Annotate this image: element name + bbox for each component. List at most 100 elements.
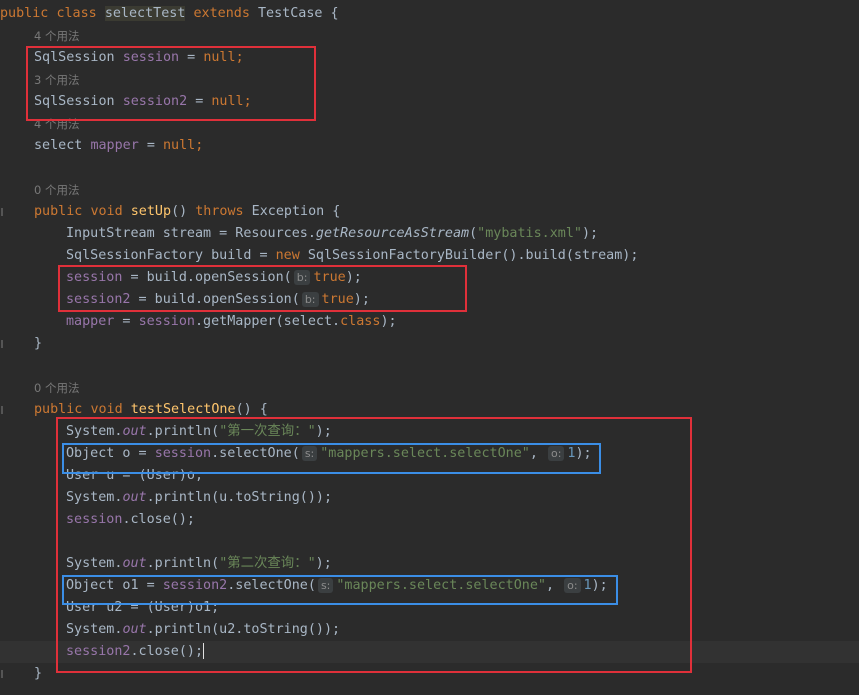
string-literal: "mappers.select.selectOne"	[336, 578, 546, 593]
code-text: =	[187, 94, 212, 109]
code-text: User u = (User)o;	[66, 468, 204, 483]
field-name: session2	[66, 292, 131, 307]
number-literal: 1	[583, 578, 592, 593]
code-text: .close();	[130, 644, 204, 659]
field-name: session2	[66, 644, 131, 659]
field-name: session	[66, 512, 123, 527]
keyword: class	[56, 6, 97, 21]
code-line-open-session[interactable]: session = build.openSession(b: true);	[66, 267, 859, 289]
parameter-hint: s:	[301, 445, 318, 461]
code-text: .println(u2.toString());	[146, 622, 341, 637]
code-text: Object o1 =	[66, 578, 163, 593]
code-line-close-brace[interactable]: }	[34, 333, 859, 355]
code-text: {	[322, 6, 339, 21]
field-name: mapper	[66, 314, 115, 329]
code-line-setup-declaration[interactable]: public void setUp() throws Exception {	[34, 201, 859, 223]
code-line-class-declaration[interactable]: public class selectTest extends TestCase…	[0, 3, 859, 25]
string-literal: "mappers.select.selectOne"	[320, 446, 530, 461]
static-field: out	[122, 424, 147, 439]
fold-marker-icon[interactable]	[1, 208, 3, 216]
code-line-factory-build[interactable]: SqlSessionFactory build = new SqlSession…	[66, 245, 859, 267]
keyword: extends	[193, 6, 250, 21]
code-text: = build.openSession(	[130, 292, 300, 307]
code-text: ,	[529, 446, 546, 461]
code-line-close-brace-test[interactable]: }	[34, 663, 859, 685]
method-name: setUp	[130, 204, 172, 219]
code-text: System.	[66, 622, 123, 637]
code-text: }	[34, 336, 43, 351]
code-line-print-first[interactable]: System.out.println("第一次查询：");	[66, 421, 859, 443]
field-name: session	[154, 446, 212, 461]
code-line-open-session2[interactable]: session2 = build.openSession(b: true);	[66, 289, 859, 311]
code-line-select-one-first[interactable]: Object o = session.selectOne(s: "mappers.…	[66, 443, 859, 465]
code-text: .selectOne(	[227, 578, 316, 593]
code-line-cast-first[interactable]: User u = (User)o;	[66, 465, 859, 487]
static-field: out	[122, 622, 147, 637]
fold-marker-icon[interactable]	[1, 406, 3, 414]
code-text: ()	[171, 204, 196, 219]
code-line-session2-field[interactable]: SqlSession session2 = null;	[34, 91, 859, 113]
usage-hint[interactable]: 0 个用法	[34, 179, 859, 201]
usage-hint[interactable]: 0 个用法	[34, 377, 859, 399]
code-text: );	[380, 314, 397, 329]
code-text: System.	[66, 424, 123, 439]
code-line-cast-second[interactable]: User u2 = (User)o1;	[66, 597, 859, 619]
string-literal: "第一次查询："	[219, 424, 316, 439]
code-line-input-stream[interactable]: InputStream stream = Resources.getResour…	[66, 223, 859, 245]
usage-hint-text: 0 个用法	[34, 183, 80, 197]
code-text: .println(u.toString());	[146, 490, 333, 505]
code-text: }	[34, 666, 43, 681]
string-literal: "第二次查询："	[219, 556, 316, 571]
usage-hint-text: 0 个用法	[34, 381, 80, 395]
keyword: null	[211, 94, 244, 109]
code-text: =	[179, 50, 204, 65]
parameter-hint: b:	[301, 291, 319, 307]
code-line-select-one-second[interactable]: Object o1 = session2.selectOne(s: "mapper…	[66, 575, 859, 597]
fold-marker-icon[interactable]	[1, 670, 3, 678]
keyword: void	[90, 402, 123, 417]
code-text: (	[469, 226, 478, 241]
keyword: public	[34, 402, 83, 417]
code-text: =	[138, 138, 163, 153]
code-line-session-field[interactable]: SqlSession session = null;	[34, 47, 859, 69]
code-line-get-mapper[interactable]: mapper = session.getMapper(select.class)…	[66, 311, 859, 333]
code-line-print-u2[interactable]: System.out.println(u2.toString());	[66, 619, 859, 641]
usage-hint-text: 3 个用法	[34, 73, 80, 87]
code-editor[interactable]: public class selectTest extends TestCase…	[0, 0, 859, 695]
keyword: null	[203, 50, 236, 65]
code-text: .println(	[146, 556, 220, 571]
type-name: select	[34, 138, 83, 153]
code-text: Object o =	[66, 446, 155, 461]
keyword: true	[313, 270, 346, 285]
field-name: session	[138, 314, 195, 329]
keyword: void	[90, 204, 123, 219]
usage-hint[interactable]: 3 个用法	[34, 69, 859, 91]
code-text: );	[315, 424, 332, 439]
code-line-test-declaration[interactable]: public void testSelectOne() {	[34, 399, 859, 421]
fold-marker-icon[interactable]	[1, 340, 3, 348]
code-line-session-close[interactable]: session.close();	[66, 509, 859, 531]
usage-hint[interactable]: 4 个用法	[34, 25, 859, 47]
code-text: =	[114, 314, 139, 329]
code-line-session2-close-current[interactable]: session2.close();	[0, 641, 859, 663]
field-name: mapper	[90, 138, 139, 153]
field-name: session2	[122, 94, 188, 109]
code-text: SqlSessionFactoryBuilder().build(stream)…	[299, 248, 639, 263]
code-line-print-second[interactable]: System.out.println("第二次查询：");	[66, 553, 859, 575]
field-name: session	[66, 270, 123, 285]
keyword: null	[163, 138, 196, 153]
code-text: SqlSessionFactory build =	[66, 248, 276, 263]
code-text: () {	[235, 402, 268, 417]
code-text: .println(	[146, 424, 220, 439]
static-field: out	[122, 556, 147, 571]
code-line-mapper-field[interactable]: select mapper = null;	[34, 135, 859, 157]
code-text: );	[353, 292, 370, 307]
static-method: getResourceAsStream	[315, 226, 470, 241]
usage-hint[interactable]: 4 个用法	[34, 113, 859, 135]
semicolon: ;	[235, 50, 244, 65]
keyword: new	[275, 248, 300, 263]
parameter-hint: o:	[564, 577, 581, 593]
code-line-print-u[interactable]: System.out.println(u.toString());	[66, 487, 859, 509]
class-name: selectTest	[104, 6, 186, 21]
parameter-hint: b:	[293, 269, 311, 285]
